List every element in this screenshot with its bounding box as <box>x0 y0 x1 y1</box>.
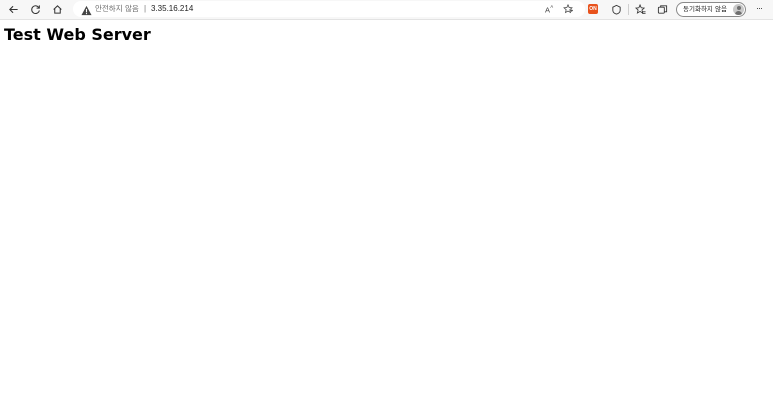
back-arrow-icon[interactable] <box>5 1 22 18</box>
home-icon[interactable] <box>49 1 66 18</box>
address-separator: | <box>144 4 147 13</box>
svg-text:A: A <box>545 5 550 14</box>
sync-label: 동기화하지 않음 <box>683 5 727 13</box>
refresh-icon[interactable] <box>27 1 44 18</box>
security-status-text[interactable]: 안전하지 않음 <box>95 2 139 16</box>
browser-toolbar: 안전하지 않음 | 3.35.16.214 AA ON 동기화하지 않음 ··· <box>0 0 773 20</box>
warning-triangle-icon[interactable] <box>81 3 92 16</box>
collections-icon[interactable] <box>654 1 671 18</box>
url-text[interactable]: 3.35.16.214 <box>151 2 193 16</box>
page-content: Test Web Server <box>0 20 773 402</box>
svg-text:A: A <box>550 4 553 9</box>
sync-button[interactable]: 동기화하지 않음 <box>676 2 746 17</box>
address-bar[interactable]: 안전하지 않음 | 3.35.16.214 AA <box>73 1 585 17</box>
page-heading: Test Web Server <box>4 25 151 44</box>
more-menu-icon[interactable]: ··· <box>752 1 766 18</box>
extension-icon[interactable]: ON <box>588 4 598 14</box>
favorites-icon[interactable] <box>632 1 649 18</box>
read-aloud-icon[interactable]: AA <box>544 3 556 15</box>
add-favorite-icon[interactable] <box>562 3 574 15</box>
profile-avatar-icon <box>733 4 744 15</box>
browser-essentials-icon[interactable] <box>608 1 625 18</box>
toolbar-divider <box>628 4 629 15</box>
